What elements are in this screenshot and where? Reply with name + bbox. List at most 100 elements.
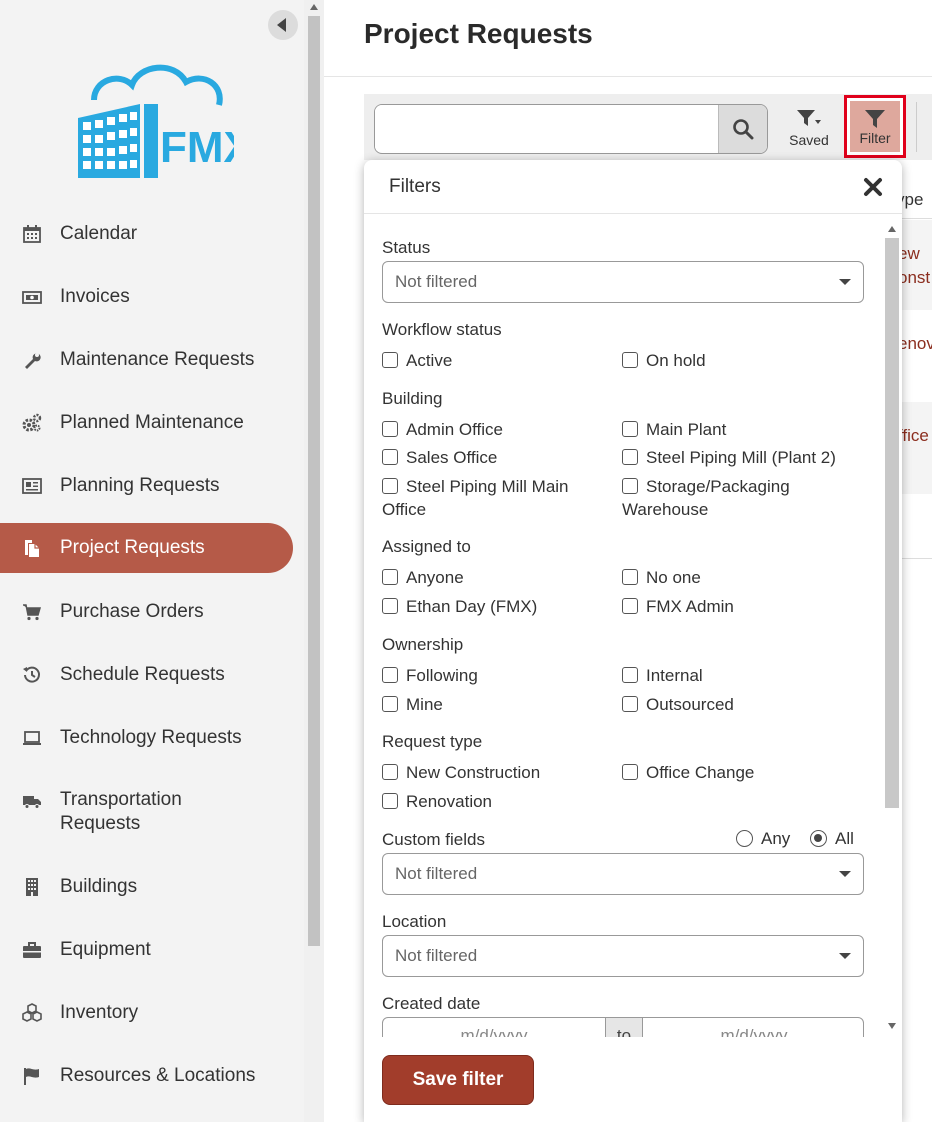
building-label: Building <box>382 389 443 408</box>
type-renovation-checkbox[interactable]: Renovation <box>382 790 492 813</box>
save-filter-button[interactable]: Save filter <box>382 1055 534 1105</box>
location-label: Location <box>382 912 447 931</box>
custom-fields-label: Custom fields <box>382 830 485 849</box>
ownership-following-checkbox[interactable]: Following <box>382 664 478 687</box>
custom-fields-all-radio[interactable]: All <box>810 829 854 849</box>
cart-icon <box>20 600 44 624</box>
table-cell[interactable]: ew onst <box>898 242 932 290</box>
search-input[interactable] <box>375 105 715 151</box>
scroll-down-arrow-icon[interactable] <box>888 1023 896 1029</box>
sidebar-item-label: Buildings <box>60 875 138 897</box>
scroll-up-arrow-icon[interactable] <box>888 226 896 232</box>
assigned-to-label: Assigned to <box>382 537 471 556</box>
search-button[interactable] <box>718 105 767 153</box>
assigned-anyone-checkbox[interactable]: Anyone <box>382 566 464 589</box>
sidebar-item-label: Transportation Requests <box>60 789 182 834</box>
status-label: Status <box>382 238 431 257</box>
search-icon <box>733 119 754 140</box>
toolbar: Saved Filter <box>364 94 932 160</box>
sidebar-item-label: Calendar <box>60 222 138 244</box>
type-new-construction-checkbox[interactable]: New Construction <box>382 761 540 784</box>
sidebar-item-label: Schedule Requests <box>60 663 225 685</box>
filters-title: Filters <box>389 176 441 197</box>
collapse-sidebar-button[interactable] <box>268 10 298 40</box>
filters-scrollbar-thumb[interactable] <box>885 238 899 808</box>
search-field[interactable] <box>374 104 768 154</box>
sidebar-scrollbar[interactable] <box>304 0 324 1122</box>
sidebar-item-planning-requests[interactable]: Planning Requests <box>0 454 304 517</box>
sidebar-item-transportation-requests[interactable]: Transportation Requests <box>0 769 304 855</box>
assigned-no-one-checkbox[interactable]: No one <box>622 566 701 589</box>
sidebar-item-label: Project Requests <box>60 537 205 558</box>
filters-panel: Filters Status Not filtered Workflow sta… <box>364 160 902 1122</box>
sidebar-item-calendar[interactable]: Calendar <box>0 202 304 265</box>
sidebar-item-invoices[interactable]: Invoices <box>0 265 304 328</box>
sidebar-item-maintenance-requests[interactable]: Maintenance Requests <box>0 328 304 391</box>
filters-scrollbar[interactable] <box>882 220 902 1040</box>
main-content: Project Requests ype ew onst enov ffice S… <box>324 0 932 1122</box>
sidebar-scrollbar-thumb[interactable] <box>308 16 320 946</box>
sidebar-item-purchase-orders[interactable]: Purchase Orders <box>0 580 304 643</box>
sidebar-item-label: Resources & Locations <box>60 1064 256 1086</box>
scroll-up-arrow-icon[interactable] <box>310 4 318 10</box>
custom-fields-any-radio[interactable]: Any <box>736 829 790 849</box>
created-date-range: m/d/yyyy to m/d/yyyy <box>382 1017 864 1037</box>
close-icon[interactable] <box>862 176 884 198</box>
flag-icon <box>20 1064 44 1088</box>
filter-icon <box>865 110 885 128</box>
table-cell[interactable]: enov <box>898 332 932 356</box>
wrench-icon <box>20 348 44 372</box>
workflow-status-label: Workflow status <box>382 320 502 339</box>
building-icon <box>20 875 44 899</box>
request-type-label: Request type <box>382 732 483 751</box>
sidebar-item-label: Planning Requests <box>60 474 220 496</box>
saved-filters-button[interactable]: Saved <box>784 104 834 156</box>
filter-button[interactable]: Filter <box>844 95 906 158</box>
sidebar-item-technology-requests[interactable]: Technology Requests <box>0 706 304 769</box>
created-date-label: Created date <box>382 994 481 1013</box>
truck-icon <box>20 789 44 813</box>
filter-label: Filter <box>859 130 891 146</box>
building-storage-packaging-checkbox[interactable]: Storage/Packaging Warehouse <box>622 475 842 521</box>
created-date-to-input[interactable]: m/d/yyyy <box>643 1018 863 1037</box>
sidebar-item-label: Invoices <box>60 285 130 307</box>
assigned-fmx-admin-checkbox[interactable]: FMX Admin <box>622 595 734 618</box>
workflow-on-hold-checkbox[interactable]: On hold <box>622 349 706 372</box>
ownership-mine-checkbox[interactable]: Mine <box>382 693 443 716</box>
history-icon <box>20 663 44 687</box>
building-main-plant-checkbox[interactable]: Main Plant <box>622 418 726 441</box>
ownership-outsourced-checkbox[interactable]: Outsourced <box>622 693 734 716</box>
sidebar-item-planned-maintenance[interactable]: Planned Maintenance <box>0 391 304 454</box>
sidebar-item-resources-locations[interactable]: Resources & Locations <box>0 1044 304 1107</box>
filters-panel-body: Status Not filtered Workflow status Acti… <box>364 215 902 1037</box>
type-office-change-checkbox[interactable]: Office Change <box>622 761 754 784</box>
building-sales-office-checkbox[interactable]: Sales Office <box>382 446 497 469</box>
briefcase-icon <box>20 938 44 962</box>
sidebar-item-inventory[interactable]: Inventory <box>0 981 304 1044</box>
location-select[interactable]: Not filtered <box>382 935 864 977</box>
fmx-logo: FMX <box>78 64 234 178</box>
status-select[interactable]: Not filtered <box>382 261 864 303</box>
header-divider <box>324 76 932 77</box>
sidebar-item-project-requests[interactable]: Project Requests <box>0 523 293 573</box>
workflow-active-checkbox[interactable]: Active <box>382 349 452 372</box>
toolbar-divider <box>916 102 917 152</box>
ownership-internal-checkbox[interactable]: Internal <box>622 664 703 687</box>
building-steel-piping-plant2-checkbox[interactable]: Steel Piping Mill (Plant 2) <box>622 446 836 469</box>
sidebar-item-label: Inventory <box>60 1001 139 1023</box>
sidebar-item-buildings[interactable]: Buildings <box>0 855 304 918</box>
building-admin-office-checkbox[interactable]: Admin Office <box>382 418 503 441</box>
sidebar-item-label: Technology Requests <box>60 726 242 748</box>
table-cell[interactable]: ffice <box>898 424 932 448</box>
sidebar-item-schedule-requests[interactable]: Schedule Requests <box>0 643 304 706</box>
assigned-ethan-day-checkbox[interactable]: Ethan Day (FMX) <box>382 595 537 618</box>
building-steel-piping-main-office-checkbox[interactable]: Steel Piping Mill Main Office <box>382 475 602 521</box>
filters-panel-header: Filters <box>364 160 902 214</box>
created-date-from-input[interactable]: m/d/yyyy <box>383 1018 605 1037</box>
ownership-label: Ownership <box>382 635 464 654</box>
invoice-icon <box>20 285 44 309</box>
calendar-icon <box>20 222 44 246</box>
custom-fields-select[interactable]: Not filtered <box>382 853 864 895</box>
sidebar-item-label: Maintenance Requests <box>60 348 255 370</box>
sidebar-item-equipment[interactable]: Equipment <box>0 918 304 981</box>
